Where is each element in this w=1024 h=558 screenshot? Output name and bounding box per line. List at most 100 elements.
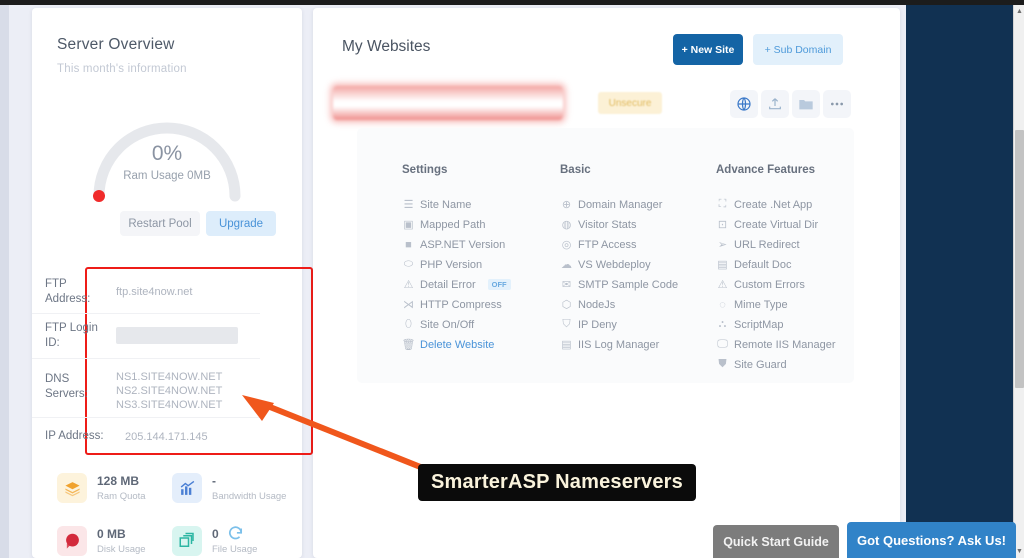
globe-icon[interactable]: [730, 90, 758, 118]
feature-php-version[interactable]: ⬭ PHP Version: [402, 258, 482, 271]
stat-value: 128 MB: [97, 474, 140, 488]
feature-url-redirect[interactable]: ➢ URL Redirect: [716, 238, 800, 252]
quick-start-guide-button[interactable]: Quick Start Guide: [713, 525, 839, 558]
square-icon: ■: [405, 238, 412, 251]
chart-icon: [172, 473, 202, 503]
feature-smtp-sample-code[interactable]: ✉ SMTP Sample Code: [560, 278, 679, 292]
new-site-button[interactable]: + New Site: [673, 34, 743, 65]
stat-caption: File Usage: [212, 544, 258, 555]
feature-label: NodeJs: [578, 298, 616, 311]
feature-label: IP Deny: [578, 318, 617, 331]
scrollbar-thumb[interactable]: [1015, 130, 1024, 388]
subtitle: This month's information: [57, 63, 187, 75]
ip-address-value: 205.144.171.145: [125, 431, 208, 443]
page-scrollbar[interactable]: ▲ ▼: [1013, 5, 1024, 558]
feature-iis-log-manager[interactable]: ▤ IIS Log Manager: [560, 338, 660, 352]
feature-label: Custom Errors: [734, 278, 805, 291]
feature-label: IIS Log Manager: [578, 338, 660, 351]
sub-domain-button[interactable]: + Sub Domain: [753, 34, 843, 65]
folder-icon[interactable]: [792, 90, 820, 118]
features-panel: Settings ☰ Site Name ▣ Mapped Path ■ ASP.NE…: [357, 128, 854, 383]
feature-delete-website[interactable]: 🗑 Delete Website: [401, 338, 495, 352]
files-icon: [172, 526, 202, 556]
feature-nodejs[interactable]: ⬡ NodeJs: [560, 298, 616, 312]
feature-aspnet-version[interactable]: ■ ASP.NET Version: [402, 238, 505, 251]
php-icon: ⬭: [403, 258, 414, 270]
gauge-label: Ram Usage 0MB: [123, 170, 211, 182]
warning-icon: ⚠: [717, 279, 728, 291]
feature-visitor-stats[interactable]: ◍ Visitor Stats: [560, 218, 637, 232]
dns-server-2: NS2.SITE4NOW.NET: [116, 385, 223, 397]
feature-label: URL Redirect: [734, 238, 800, 251]
feature-default-doc[interactable]: ▤ Default Doc: [716, 258, 792, 272]
feature-label: Create .Net App: [734, 198, 813, 211]
ftp-address-label: FTP Address:: [45, 278, 91, 305]
ftp-login-redacted: [116, 327, 238, 344]
feature-label: Delete Website: [420, 338, 495, 351]
feature-label: Site Guard: [734, 358, 787, 371]
stats-icon: ◍: [561, 219, 572, 231]
restart-pool-button[interactable]: Restart Pool: [120, 211, 200, 236]
page-title: Server Overview: [57, 36, 175, 53]
upgrade-button[interactable]: Upgrade: [206, 211, 276, 236]
feature-create-virtual-dir[interactable]: ⊡ Create Virtual Dir: [716, 218, 819, 232]
scroll-up-arrow[interactable]: ▲: [1014, 5, 1024, 18]
stat-disk-usage[interactable]: 0 MB Disk Usage: [57, 526, 177, 558]
stat-ram-quota[interactable]: 128 MB Ram Quota: [57, 473, 177, 505]
feature-label: Mapped Path: [420, 218, 486, 231]
cloud-icon: ☁: [561, 259, 572, 271]
feature-custom-errors[interactable]: ⚠ Custom Errors: [716, 278, 805, 292]
feature-label: ScriptMap: [734, 318, 784, 331]
annotation-callout: SmarterASP Nameservers: [418, 464, 696, 501]
column-heading-basic: Basic: [560, 164, 591, 176]
ftp-address-row: FTP Address: ftp.site4now.net: [32, 273, 260, 314]
ask-us-button[interactable]: Got Questions? Ask Us!: [847, 522, 1016, 558]
my-websites-title: My Websites: [342, 38, 431, 55]
feature-label: Visitor Stats: [578, 218, 637, 231]
feature-label: Site Name: [420, 198, 472, 211]
feature-label: Remote IIS Manager: [734, 338, 836, 351]
feature-mapped-path[interactable]: ▣ Mapped Path: [402, 218, 486, 232]
ellipsis-icon[interactable]: [823, 90, 851, 118]
stat-caption: Disk Usage: [97, 544, 146, 555]
feature-domain-manager[interactable]: ⊕ Domain Manager: [560, 198, 662, 212]
feature-mime-type[interactable]: ◌ Mime Type: [716, 298, 787, 311]
dns-server-3: NS3.SITE4NOW.NET: [116, 399, 223, 411]
feature-scriptmap[interactable]: ⛬ ScriptMap: [716, 318, 784, 331]
feature-label: Create Virtual Dir: [734, 218, 819, 231]
feature-site-name[interactable]: ☰ Site Name: [402, 198, 472, 212]
stat-value: 0: [212, 527, 219, 541]
stat-file-usage[interactable]: 0 File Usage: [172, 526, 312, 558]
detail-error-badge: OFF: [487, 279, 511, 290]
column-heading-advance-features: Advance Features: [716, 164, 816, 176]
feature-site-guard[interactable]: ⛊ Site Guard: [716, 358, 787, 371]
feature-remote-iis-manager[interactable]: 🖵 Remote IIS Manager: [716, 338, 836, 351]
doc-icon: ▤: [717, 259, 728, 271]
ip-address-row: IP Address: 205.144.171.145: [32, 421, 260, 455]
warning-icon: ⚠: [403, 279, 414, 291]
upload-icon[interactable]: [761, 90, 789, 118]
feature-site-on-off[interactable]: ⬯ Site On/Off: [402, 318, 474, 331]
site-domain-redacted[interactable]: [333, 86, 563, 120]
toggle-icon: ⬯: [405, 318, 412, 330]
feature-ftp-access[interactable]: ◎ FTP Access: [560, 238, 637, 252]
ram-usage-gauge: 0% Ram Usage 0MB: [87, 108, 247, 203]
feature-label: Site On/Off: [420, 318, 475, 331]
feature-ip-deny[interactable]: ⛉ IP Deny: [560, 318, 617, 331]
scriptmap-icon: ⛬: [718, 318, 727, 330]
feature-create-net-app[interactable]: ⛶ Create .Net App: [716, 198, 813, 211]
guard-icon: ⛊: [718, 358, 727, 370]
status-badge[interactable]: Unsecure: [598, 92, 662, 114]
trash-icon: 🗑: [401, 339, 416, 351]
feature-vs-webdeploy[interactable]: ☁ VS Webdeploy: [560, 258, 651, 272]
feature-detail-error[interactable]: ⚠ Detail Error OFF: [402, 278, 511, 291]
feature-label: HTTP Compress: [420, 298, 502, 311]
stat-caption: Ram Quota: [97, 491, 146, 502]
feature-http-compress[interactable]: ⋊ HTTP Compress: [402, 298, 502, 312]
feature-label: SMTP Sample Code: [578, 278, 679, 291]
compress-icon: ⋊: [403, 299, 414, 311]
remote-icon: 🖵: [717, 338, 728, 350]
dns-server-1: NS1.SITE4NOW.NET: [116, 371, 223, 383]
feature-label: Default Doc: [734, 258, 792, 271]
column-heading-settings: Settings: [402, 164, 448, 176]
